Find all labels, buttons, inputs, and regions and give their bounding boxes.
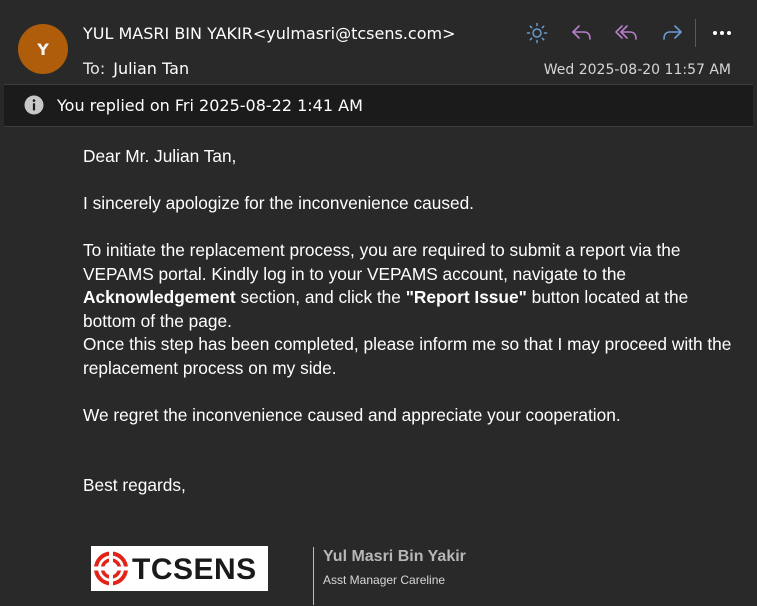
acknowledgement-bold: Acknowledgement	[83, 287, 236, 307]
message-body: Dear Mr. Julian Tan, I sincerely apologi…	[83, 145, 743, 498]
forward-icon	[663, 25, 682, 40]
more-icon	[713, 31, 731, 35]
signature-title: Asst Manager Careline	[323, 573, 446, 587]
reply-all-button[interactable]	[612, 18, 642, 48]
regret-paragraph: We regret the inconvenience caused and a…	[83, 404, 621, 425]
recipient-row: To: Julian Tan	[83, 59, 189, 78]
signature-name: Yul Masri Bin Yakir	[323, 548, 466, 565]
reply-button[interactable]	[567, 18, 597, 48]
reply-icon	[572, 25, 591, 40]
forward-button[interactable]	[657, 18, 687, 48]
signature-divider	[313, 547, 314, 605]
sent-date: Wed 2025-08-20 11:57 AM	[543, 62, 731, 78]
brightness-icon	[526, 22, 548, 44]
tcsens-logo: TCSENS	[91, 546, 268, 591]
svg-text:TCSENS: TCSENS	[132, 553, 257, 586]
greeting: Dear Mr. Julian Tan,	[83, 146, 237, 166]
message-header: Y YUL MASRI BIN YAKIR<yulmasri@tcsens.co…	[0, 0, 757, 84]
instructions-text-2: section, and click the	[235, 287, 406, 307]
sender-avatar[interactable]: Y	[18, 24, 68, 74]
info-icon	[24, 95, 44, 115]
more-actions-button[interactable]	[708, 18, 736, 48]
instructions-text-1: To initiate the replacement process, you…	[83, 240, 681, 284]
sender-name[interactable]: YUL MASRI BIN YAKIR<yulmasri@tcsens.com>	[83, 24, 455, 43]
actions-divider	[695, 19, 696, 47]
message-actions	[522, 18, 736, 48]
apology-paragraph: I sincerely apologize for the inconvenie…	[83, 193, 474, 213]
report-issue-bold: "Report Issue"	[405, 287, 527, 307]
reply-info-bar: You replied on Fri 2025-08-22 1:41 AM	[4, 84, 753, 127]
to-label: To:	[83, 59, 106, 78]
brightness-button[interactable]	[522, 18, 552, 48]
recipient-name[interactable]: Julian Tan	[113, 59, 189, 78]
reply-all-icon	[615, 25, 637, 40]
reply-info-text: You replied on Fri 2025-08-22 1:41 AM	[57, 96, 363, 115]
closing: Best regards,	[83, 475, 186, 495]
followup-paragraph: Once this step has been completed, pleas…	[83, 334, 732, 378]
instructions-paragraph: To initiate the replacement process, you…	[83, 239, 743, 333]
tcsens-logo-mark: TCSENS	[93, 551, 257, 586]
